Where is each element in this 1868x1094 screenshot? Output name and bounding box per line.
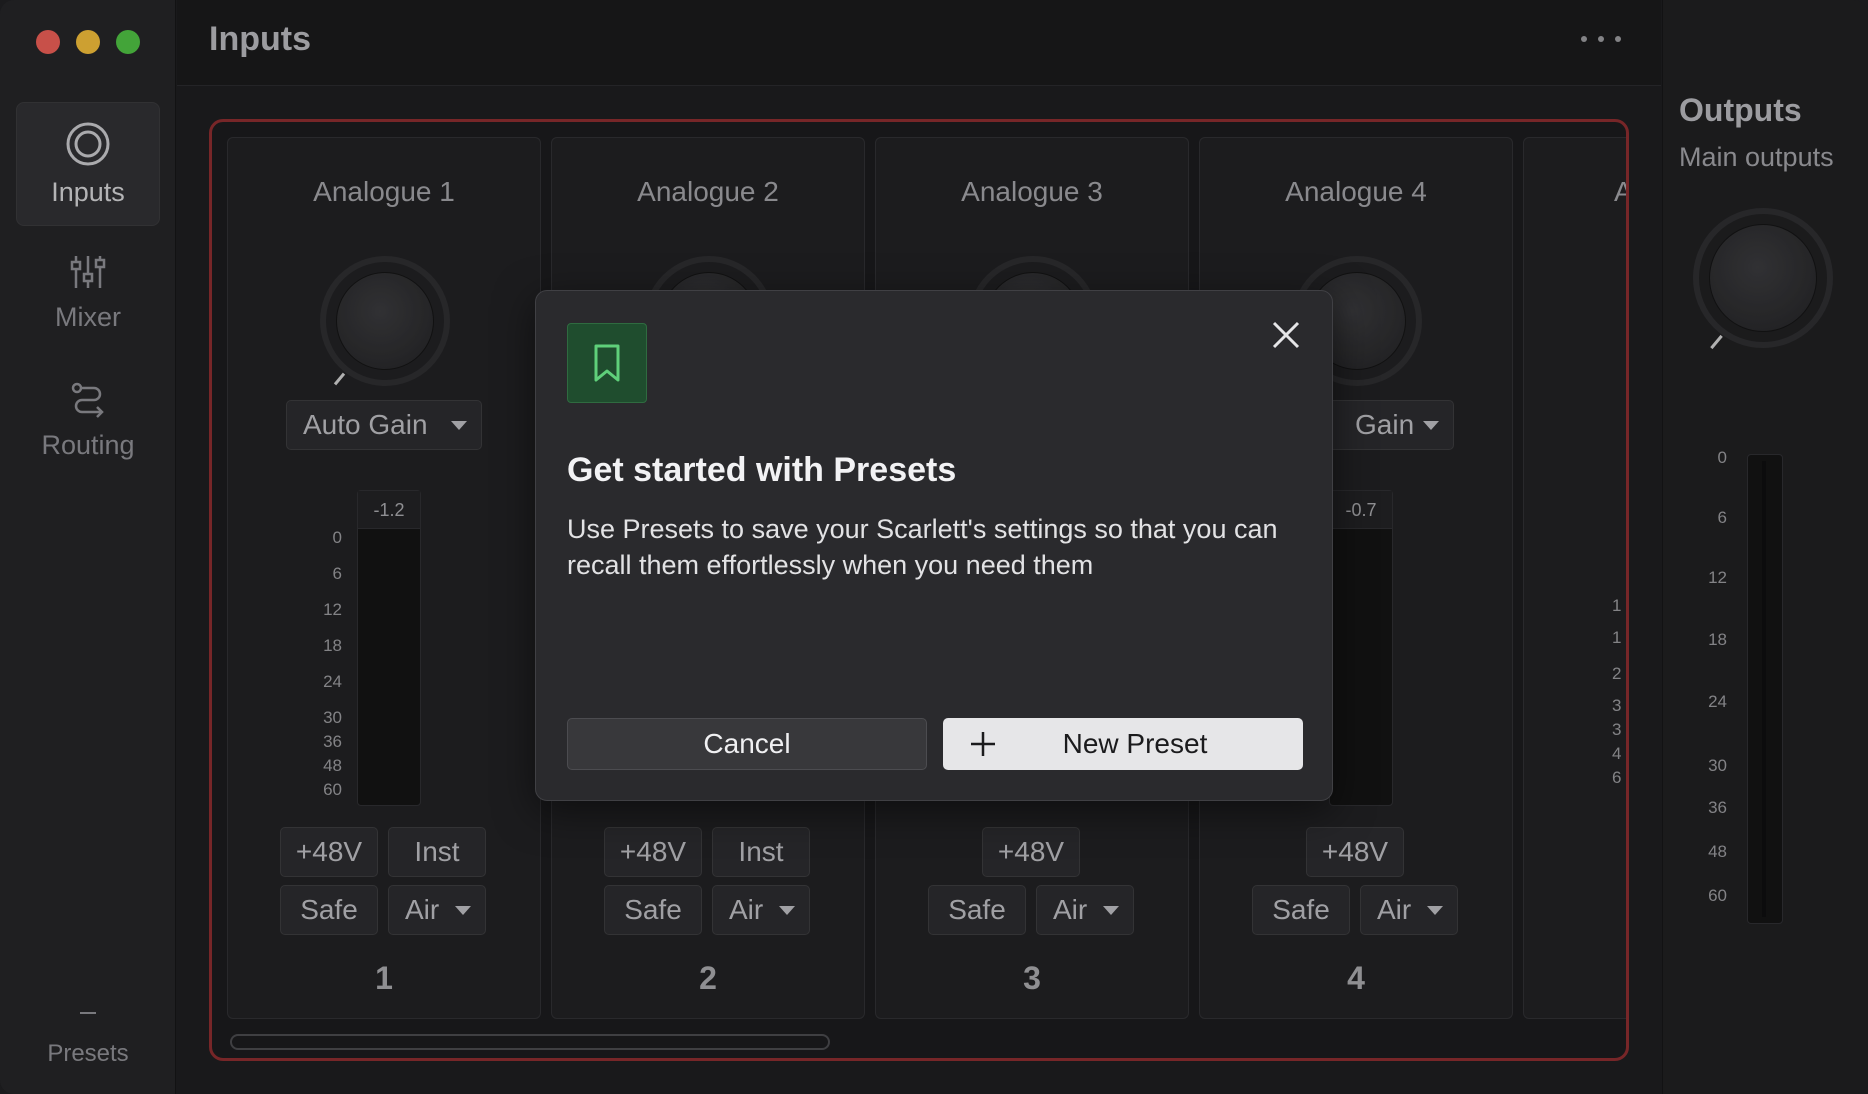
close-icon [1272,321,1300,349]
app-window: Inputs Mixer Routing Presets Inputs Anal… [0,0,1868,1094]
close-button[interactable] [1268,317,1304,353]
cancel-button[interactable]: Cancel [567,718,927,770]
dialog-body: Use Presets to save your Scarlett's sett… [567,514,1278,580]
dialog-title: Get started with Presets [567,451,957,489]
presets-dialog: Get started with Presets Use Presets to … [535,290,1333,801]
bookmark-icon [567,323,647,403]
plus-icon [971,732,995,756]
new-preset-button[interactable]: New Preset [943,718,1303,770]
